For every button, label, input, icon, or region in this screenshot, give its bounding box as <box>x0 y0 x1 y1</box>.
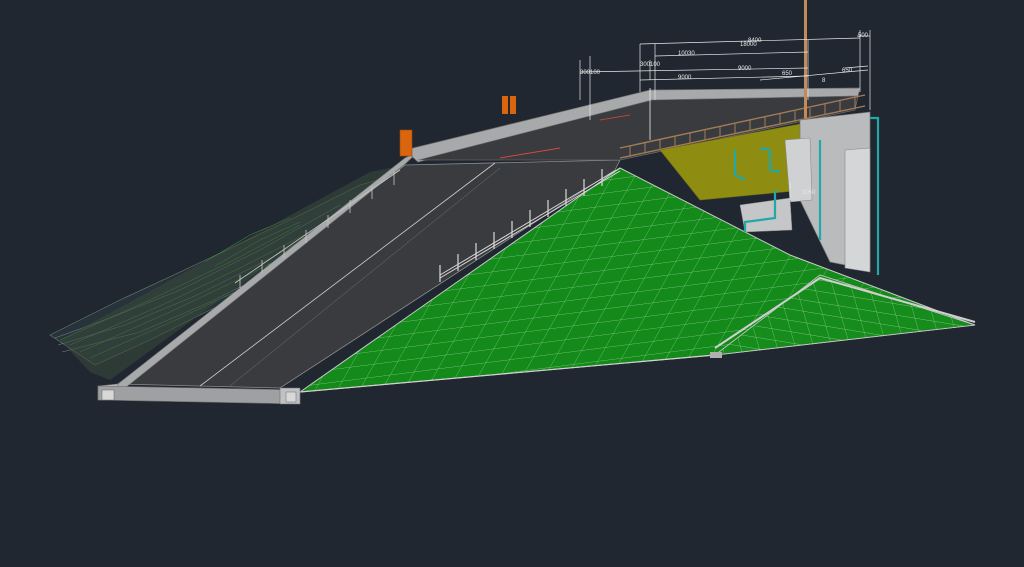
lighting-pole <box>804 0 807 118</box>
dim-9000-b: 9000 <box>678 75 692 81</box>
dim-10030: 10030 <box>678 51 695 57</box>
slope-label: 8 <box>822 78 826 84</box>
dim-18000: 18000 <box>740 42 757 48</box>
ramp-end-beam <box>97 385 301 405</box>
dim-9000-a: 9000 <box>738 66 752 72</box>
cad-3d-viewport[interactable]: 8400 18000 10030 500 300100 300100 9000 … <box>0 0 1024 567</box>
dim-300100-b: 300100 <box>580 70 601 76</box>
dim-650-b: 650 <box>842 68 853 74</box>
dim-500: 500 <box>858 33 869 39</box>
dim-650-a: 650 <box>782 71 793 77</box>
dim-300100-a: 300100 <box>640 62 661 68</box>
dim-1060: 1060 <box>802 190 816 196</box>
